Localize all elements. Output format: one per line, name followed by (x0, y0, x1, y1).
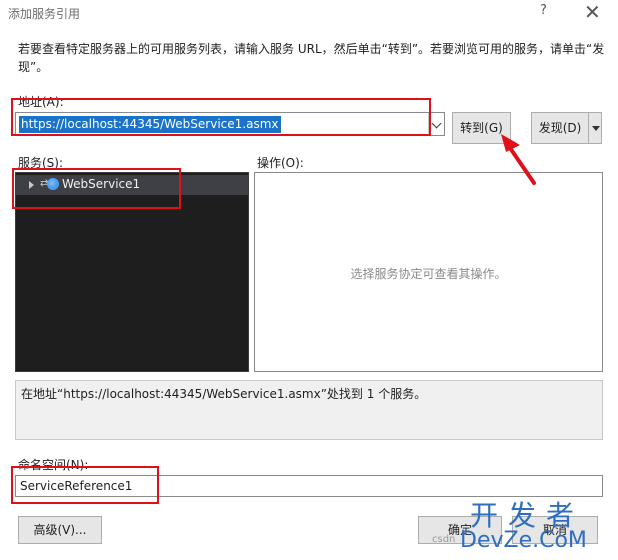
close-icon[interactable]: ✕ (584, 0, 601, 24)
namespace-label: 命名空间(N): (18, 458, 89, 472)
namespace-value: ServiceReference1 (20, 479, 133, 493)
discover-button[interactable]: 发现(D) (531, 112, 589, 144)
status-box: 在地址“https://localhost:44345/WebService1.… (15, 380, 603, 440)
services-tree[interactable]: ⇄ WebService1 (15, 172, 249, 372)
instruction-text: 若要查看特定服务器上的可用服务列表，请输入服务 URL，然后单击“转到”。若要浏… (18, 42, 605, 74)
chevron-down-icon[interactable] (428, 113, 444, 135)
expand-arrow-icon[interactable] (29, 181, 34, 189)
services-label: 服务(S): (18, 156, 64, 170)
namespace-input[interactable]: ServiceReference1 (15, 475, 603, 497)
operations-placeholder: 选择服务协定可查看其操作。 (350, 267, 507, 281)
ok-button[interactable]: 确定 (418, 516, 502, 544)
cancel-button[interactable]: 取消 (512, 516, 598, 544)
tree-item-webservice1[interactable]: ⇄ WebService1 (16, 175, 248, 195)
status-text: 在地址“https://localhost:44345/WebService1.… (21, 387, 427, 401)
title-bar: 添加服务引用 ? ✕ (0, 0, 618, 28)
goto-button[interactable]: 转到(G) (452, 112, 511, 144)
address-label: 地址(A): (18, 95, 64, 109)
address-input[interactable]: https://localhost:44345/WebService1.asmx (19, 116, 281, 133)
operations-label: 操作(O): (257, 156, 304, 170)
web-service-icon (47, 178, 59, 190)
address-combobox[interactable]: https://localhost:44345/WebService1.asmx (15, 112, 445, 136)
help-icon[interactable]: ? (540, 3, 547, 18)
window-title: 添加服务引用 (8, 7, 81, 21)
discover-dropdown-button[interactable] (588, 112, 602, 144)
operations-pane[interactable]: 选择服务协定可查看其操作。 (254, 172, 603, 372)
advanced-button[interactable]: 高级(V)... (18, 516, 102, 544)
tree-item-label: WebService1 (62, 177, 141, 191)
